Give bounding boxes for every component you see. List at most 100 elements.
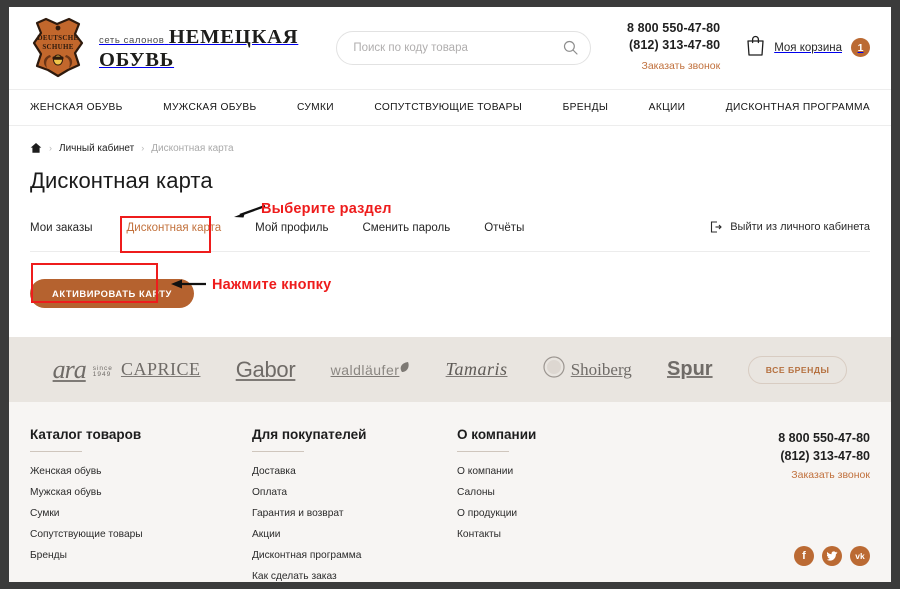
title-underline — [457, 451, 509, 452]
brand-name-tamaris: Tamaris — [445, 359, 508, 379]
brand-name-spur: Spur — [667, 358, 713, 380]
site-footer: Каталог товаров Женская обувь Мужская об… — [9, 402, 891, 582]
footer-link-accessories[interactable]: Сопутствующие товары — [30, 529, 252, 540]
brand-name-shoiberg: Shoiberg — [543, 356, 632, 383]
phone-secondary[interactable]: (812) 313-47-80 — [627, 37, 720, 54]
brand-logo-shoiberg[interactable]: Shoiberg — [525, 356, 649, 383]
footer-link-about-company[interactable]: О компании — [457, 466, 687, 477]
svg-text:SCHUHE: SCHUHE — [42, 43, 73, 51]
footer-link-mens-shoes[interactable]: Мужская обувь — [30, 487, 252, 498]
footer-link-discount-program[interactable]: Дисконтная программа — [252, 550, 457, 561]
site-root: DEUTSCHE SCHUHE сеть салонов НЕМЕЦКАЯ ОБ… — [9, 7, 891, 582]
footer-link-salons[interactable]: Салоны — [457, 487, 687, 498]
brand-name-gabor: Gabor — [235, 356, 296, 382]
brand-name-waldlaufer: waldläufer — [330, 361, 400, 378]
logout-icon — [710, 221, 722, 233]
search-box — [336, 31, 592, 65]
footer-column-catalog: Каталог товаров Женская обувь Мужская об… — [30, 427, 252, 582]
cart-label: Моя корзина — [774, 41, 842, 54]
breadcrumb-home-link[interactable] — [30, 142, 42, 154]
breadcrumb-current: Дисконтная карта — [151, 142, 234, 154]
callback-link[interactable]: Заказать звонок — [642, 59, 721, 73]
nav-item-discount-program[interactable]: ДИСКОНТНАЯ ПРОГРАММА — [726, 102, 870, 113]
brand-name-caprice: CAPRICE — [120, 359, 201, 379]
tab-reports[interactable]: Отчёты — [484, 218, 524, 246]
brand-name-shoiberg-text: Shoiberg — [570, 359, 632, 379]
search-input[interactable] — [336, 31, 592, 65]
social-links: f vk — [794, 546, 870, 566]
svg-text:DEUTSCHE: DEUTSCHE — [38, 34, 79, 42]
leather-tag-logo-icon: DEUTSCHE SCHUHE — [30, 17, 86, 79]
browser-page: DEUTSCHE SCHUHE сеть салонов НЕМЕЦКАЯ ОБ… — [0, 0, 900, 589]
nav-item-accessories[interactable]: СОПУТСТВУЮЩИЕ ТОВАРЫ — [374, 102, 522, 113]
footer-phone-secondary[interactable]: (812) 313-47-80 — [778, 447, 870, 465]
nav-item-bags[interactable]: СУМКИ — [297, 102, 334, 113]
logo-name: НЕМЕЦКАЯ ОБУВЬ — [99, 26, 298, 71]
brand-logo-spur[interactable]: Spur — [649, 358, 730, 381]
twitter-icon[interactable] — [822, 546, 842, 566]
account-tabs: Мои заказы Дисконтная карта Мой профиль … — [30, 218, 870, 252]
breadcrumb-separator: › — [141, 143, 145, 153]
footer-callback-link[interactable]: Заказать звонок — [791, 469, 870, 481]
footer-phone-primary[interactable]: 8 800 550-47-80 — [778, 429, 870, 447]
footer-link-bags[interactable]: Сумки — [30, 508, 252, 519]
cart-button[interactable]: Моя корзина 1 — [746, 35, 870, 61]
footer-link-payment[interactable]: Оплата — [252, 487, 457, 498]
footer-column-company: О компании О компании Салоны О продукции… — [457, 427, 687, 582]
logo-name-line2: ОБУВЬ — [99, 49, 175, 71]
tab-my-profile[interactable]: Мой профиль — [255, 218, 328, 246]
brand-logo-ara[interactable]: ara since 1949 — [35, 354, 112, 384]
logo-name-line1: НЕМЕЦКАЯ — [168, 26, 299, 49]
footer-link-brands[interactable]: Бренды — [30, 550, 252, 561]
logo-tagline: сеть салонов — [99, 35, 165, 47]
brand-logo-tamaris[interactable]: Tamaris — [428, 359, 525, 380]
annotation-arrow-press-button — [169, 277, 207, 296]
cart-count-badge: 1 — [851, 38, 870, 58]
breadcrumb: › Личный кабинет › Дисконтная карта — [9, 126, 891, 154]
shoiberg-emblem-icon — [543, 356, 565, 383]
nav-item-mens-shoes[interactable]: МУЖСКАЯ ОБУВЬ — [163, 102, 256, 113]
title-underline — [30, 451, 82, 452]
nav-item-womens-shoes[interactable]: ЖЕНСКАЯ ОБУВЬ — [30, 102, 123, 113]
tab-discount-card[interactable]: Дисконтная карта — [126, 218, 221, 246]
footer-column-customers: Для покупателей Доставка Оплата Гарантия… — [252, 427, 457, 582]
footer-link-promotions[interactable]: Акции — [252, 529, 457, 540]
brand-logo-waldlaufer[interactable]: waldläufer — [313, 361, 428, 379]
tab-my-orders[interactable]: Мои заказы — [30, 218, 92, 246]
breadcrumb-separator: › — [49, 143, 52, 153]
brand-name-ara: ara — [52, 354, 87, 384]
annotation-text-select-section: Выберите раздел — [261, 201, 392, 217]
footer-column-title: Каталог товаров — [30, 427, 142, 442]
footer-link-warranty-return[interactable]: Гарантия и возврат — [252, 508, 457, 519]
nav-item-promotions[interactable]: АКЦИИ — [649, 102, 686, 113]
footer-column-title: Для покупателей — [252, 427, 367, 442]
title-underline — [252, 451, 304, 452]
site-header: DEUTSCHE SCHUHE сеть салонов НЕМЕЦКАЯ ОБ… — [9, 7, 891, 89]
all-brands-button[interactable]: ВСЕ БРЕНДЫ — [747, 355, 848, 384]
brand-logo-gabor[interactable]: Gabor — [218, 357, 313, 383]
footer-column-title: О компании — [457, 427, 537, 442]
page-title: Дисконтная карта — [30, 168, 213, 193]
footer-link-delivery[interactable]: Доставка — [252, 466, 457, 477]
search-icon[interactable] — [563, 40, 578, 55]
home-icon — [30, 142, 42, 154]
site-logo[interactable]: DEUTSCHE SCHUHE сеть салонов НЕМЕЦКАЯ ОБ… — [30, 17, 298, 79]
logout-label: Выйти из личного кабинета — [730, 221, 870, 233]
phone-primary[interactable]: 8 800 550-47-80 — [627, 20, 720, 37]
logo-wordmark: сеть салонов НЕМЕЦКАЯ ОБУВЬ — [99, 24, 298, 72]
brand-logo-caprice[interactable]: CAPRICE — [103, 359, 218, 380]
vk-icon[interactable]: vk — [850, 546, 870, 566]
footer-link-contacts[interactable]: Контакты — [457, 529, 687, 540]
footer-link-how-to-order[interactable]: Как сделать заказ — [252, 571, 457, 582]
logout-button[interactable]: Выйти из личного кабинета — [710, 218, 870, 233]
facebook-icon[interactable]: f — [794, 546, 814, 566]
breadcrumb-item-account[interactable]: Личный кабинет — [59, 143, 134, 154]
tab-change-password[interactable]: Сменить пароль — [363, 218, 451, 246]
nav-item-brands[interactable]: БРЕНДЫ — [563, 102, 609, 113]
footer-link-womens-shoes[interactable]: Женская обувь — [30, 466, 252, 477]
leaf-icon — [399, 361, 410, 379]
all-brands-cell: ВСЕ БРЕНДЫ — [730, 355, 865, 384]
brands-strip: ara since 1949 CAPRICE Gabor waldläufer … — [9, 337, 891, 402]
main-navigation: ЖЕНСКАЯ ОБУВЬ МУЖСКАЯ ОБУВЬ СУМКИ СОПУТС… — [9, 89, 891, 126]
footer-link-about-products[interactable]: О продукции — [457, 508, 687, 519]
